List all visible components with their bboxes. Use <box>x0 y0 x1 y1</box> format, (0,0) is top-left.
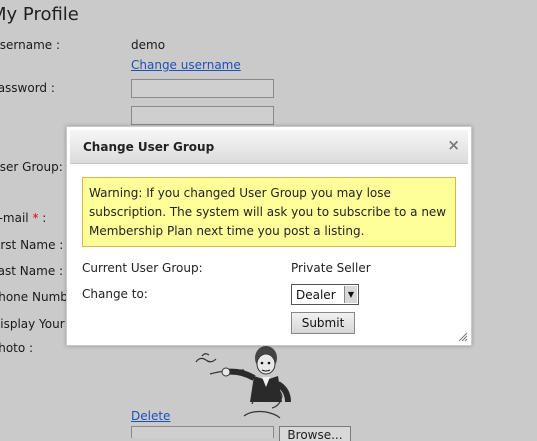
current-group-value: Private Seller <box>291 261 371 275</box>
warning-line: Warning: If you changed User Group you m… <box>89 186 391 200</box>
password-field[interactable] <box>131 79 274 98</box>
photo-label: Photo : <box>0 341 34 355</box>
change-to-label: Change to: <box>82 287 148 301</box>
dialog-title: Change User Group <box>83 140 215 154</box>
last-name-label: Last Name : <box>0 264 64 278</box>
photo-file-field[interactable] <box>131 426 274 438</box>
first-name-label: First Name : <box>0 238 64 252</box>
change-username-link[interactable]: Change username <box>131 58 241 72</box>
browse-button[interactable]: Browse... <box>279 426 351 441</box>
avatar <box>195 346 291 419</box>
confirm-password-field[interactable] <box>131 106 274 125</box>
current-group-label: Current User Group: <box>82 261 203 275</box>
warning-line: Membership Plan next time you post a lis… <box>89 224 365 238</box>
password-label: Password : <box>0 81 55 95</box>
user-group-select[interactable]: Dealer ▼ <box>291 284 359 305</box>
resize-grip-icon[interactable] <box>458 332 468 342</box>
chevron-down-icon[interactable]: ▼ <box>344 286 357 303</box>
dialog-header: Change User Group × <box>70 130 468 164</box>
display-label: Display Your <box>0 317 65 331</box>
warning-line: subscription. The system will ask you to… <box>89 205 447 219</box>
username-value: demo <box>131 38 166 52</box>
warning-message: Warning: If you changed User Group you m… <box>82 177 456 247</box>
delete-photo-link[interactable]: Delete <box>131 409 170 423</box>
page-title: My Profile <box>0 4 79 25</box>
submit-button[interactable]: Submit <box>291 312 355 334</box>
user-group-label: User Group: <box>0 160 63 174</box>
select-value: Dealer <box>296 288 336 302</box>
close-icon[interactable]: × <box>447 138 460 153</box>
username-label: Username : <box>0 38 61 52</box>
change-user-group-dialog: Change User Group × Warning: If you chan… <box>66 126 472 346</box>
email-label: E-mail * : <box>0 211 47 225</box>
